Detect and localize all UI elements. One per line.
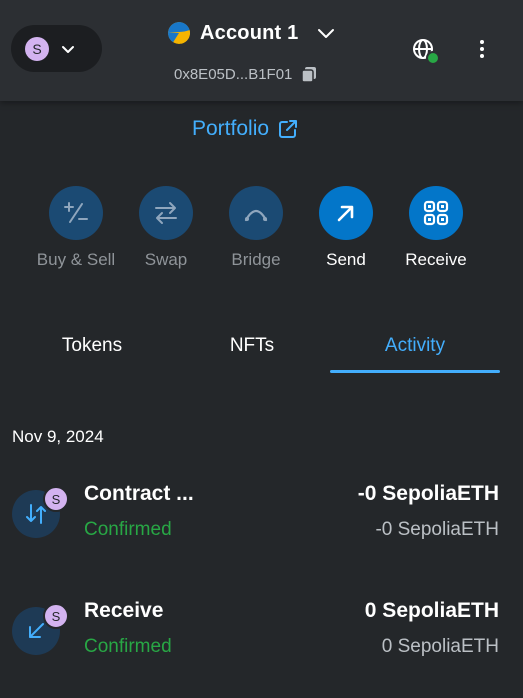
swap-button[interactable]: Swap [121,186,211,270]
network-picker-button[interactable]: S [11,25,102,72]
transaction-secondary-amount: 0 SepoliaETH [381,636,499,657]
send-arrow-icon [319,186,373,240]
network-badge: S [43,603,69,629]
transaction-icon: S [12,486,69,540]
transaction-secondary-amount: -0 SepoliaETH [375,519,499,540]
address-text: 0x8E05D...B1F01 [174,65,293,83]
transaction-primary-amount: 0 SepoliaETH [364,599,499,622]
account-address[interactable]: 0x8E05D...B1F01 [174,63,318,85]
chevron-down-icon [318,29,335,38]
bridge-button[interactable]: Bridge [211,186,301,270]
receive-button[interactable]: Receive [391,186,481,270]
portfolio-link[interactable]: Portfolio [192,114,299,144]
tab-tokens[interactable]: Tokens [7,320,177,372]
activity-date-header: Nov 9, 2024 [12,427,104,446]
account-avatar [168,22,190,44]
buy-sell-button[interactable]: Buy & Sell [31,186,121,270]
copy-icon[interactable] [300,65,318,83]
transaction-title: Receive [84,599,164,622]
bridge-label: Bridge [231,250,281,269]
chevron-down-icon [62,45,74,53]
tab-nfts[interactable]: NFTs [167,320,337,372]
network-badge: S [43,486,69,512]
list-item[interactable]: S Contract ... Confirmed -0 SepoliaETH -… [0,482,523,562]
send-label: Send [326,250,366,269]
plus-minus-icon [49,186,103,240]
more-options-icon[interactable] [472,36,492,62]
send-button[interactable]: Send [301,186,391,270]
transaction-title: Contract ... [84,482,194,505]
bridge-icon [229,186,283,240]
swap-arrows-icon [139,186,193,240]
tab-activity[interactable]: Activity [330,320,500,372]
external-link-icon [279,120,298,138]
list-item[interactable]: S Receive Confirmed 0 SepoliaETH 0 Sepol… [0,599,523,679]
connection-status-dot [426,51,440,65]
receive-label: Receive [405,250,467,269]
portfolio-label: Portfolio [192,117,270,140]
active-tab-indicator [330,370,500,373]
qr-code-icon [409,186,463,240]
network-avatar: S [25,36,49,61]
transaction-status: Confirmed [84,636,172,657]
transaction-primary-amount: -0 SepoliaETH [357,482,499,505]
transaction-status: Confirmed [84,519,172,540]
swap-label: Swap [144,250,188,269]
asset-tabs: Tokens NFTs Activity [0,320,523,376]
account-name: Account 1 [200,21,299,44]
buy-sell-label: Buy & Sell [36,250,116,269]
account-picker-button[interactable]: Account 1 [168,18,336,48]
transaction-icon: S [12,603,69,657]
app-header: S Account 1 0x8E05D...B1F01 [0,0,523,101]
